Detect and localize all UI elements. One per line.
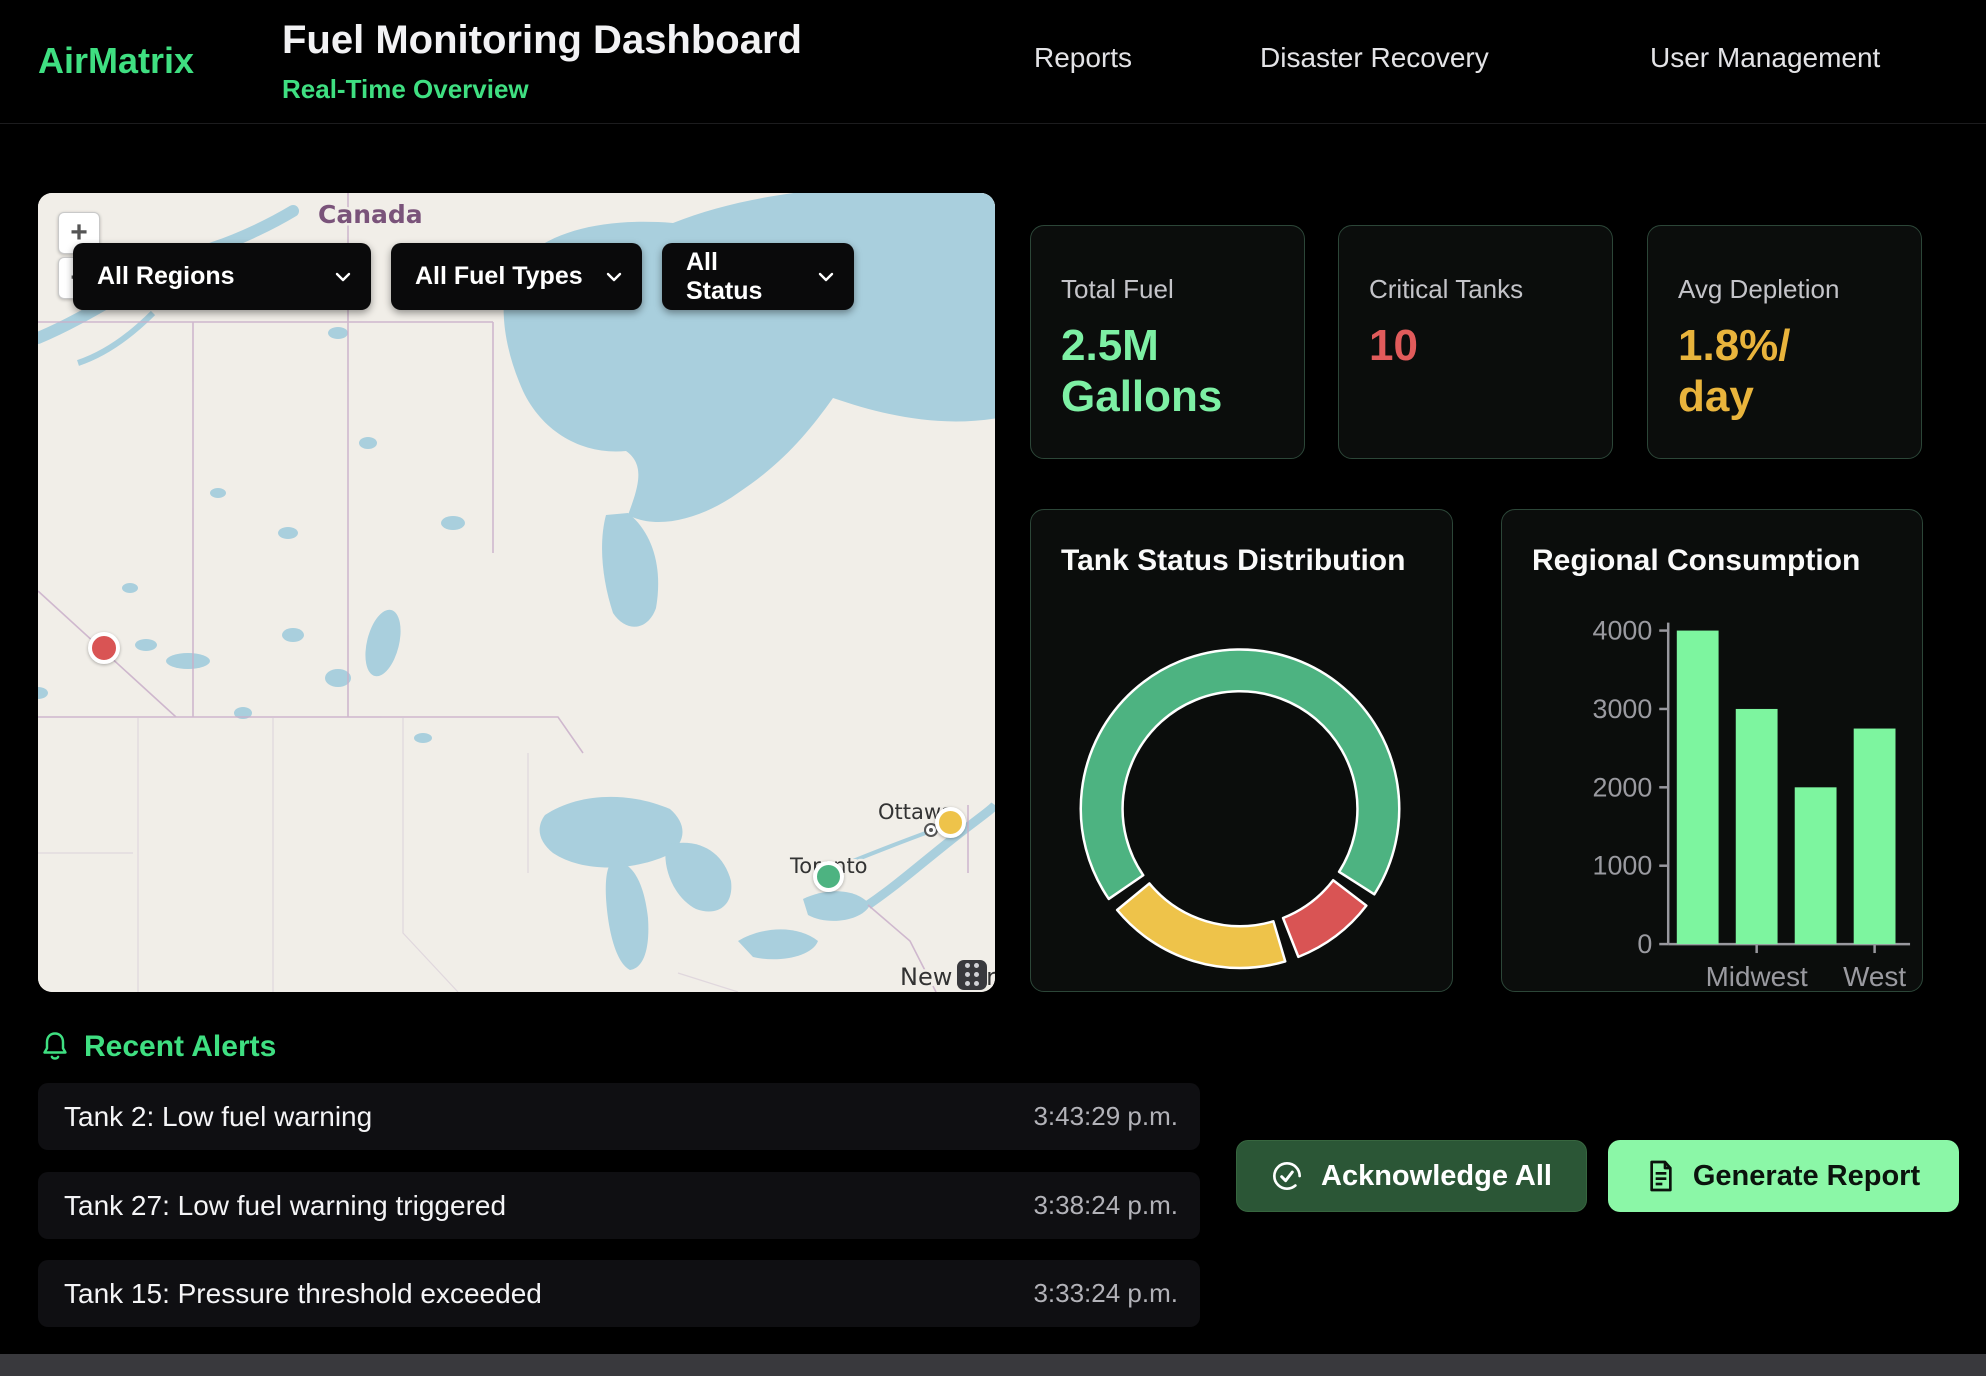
acknowledge-all-label: Acknowledge All	[1321, 1160, 1552, 1193]
region-filter-value: All Regions	[97, 262, 235, 291]
map-panel[interactable]: Canada Ottawa Toronto New York + − All R…	[38, 193, 995, 992]
stat-label: Critical Tanks	[1369, 274, 1582, 305]
ottawa-town-dot-center	[929, 828, 933, 832]
tank-status-chart-panel: Tank Status Distribution	[1030, 509, 1453, 992]
stat-value-line1: 1.8%/	[1678, 321, 1891, 372]
stat-value-line1: 10	[1369, 321, 1582, 372]
chevron-down-icon	[335, 272, 351, 282]
map-marker-normal[interactable]	[813, 861, 844, 892]
chart-title: Regional Consumption	[1532, 544, 1860, 578]
alert-message: Tank 27: Low fuel warning triggered	[64, 1190, 506, 1222]
stat-label: Avg Depletion	[1678, 274, 1891, 305]
svg-text:1000: 1000	[1593, 851, 1653, 881]
status-filter-value: All Status	[686, 248, 796, 306]
map-marker-warning[interactable]	[935, 807, 966, 838]
svg-text:2000: 2000	[1593, 772, 1653, 802]
map-marker-critical[interactable]	[88, 632, 120, 664]
fuel-type-filter-value: All Fuel Types	[415, 262, 583, 291]
regional-consumption-chart-panel: 0 1000 2000 3000 4000 Midwest West Regional Co…	[1501, 509, 1923, 992]
brand-logo: AirMatrix	[38, 40, 194, 82]
nav-user-management[interactable]: User Management	[1650, 42, 1880, 74]
stat-card-total-fuel: Total Fuel 2.5M Gallons	[1030, 225, 1305, 459]
alert-row[interactable]: Tank 15: Pressure threshold exceeded 3:3…	[38, 1260, 1200, 1327]
check-circle-icon	[1271, 1160, 1303, 1192]
svg-text:3000: 3000	[1593, 694, 1653, 724]
alert-timestamp: 3:43:29 p.m.	[1033, 1101, 1178, 1132]
svg-text:4000: 4000	[1593, 616, 1653, 646]
document-icon	[1647, 1160, 1675, 1192]
chevron-down-icon	[606, 272, 622, 282]
drag-handle-icon[interactable]	[957, 960, 987, 990]
stat-card-avg-depletion: Avg Depletion 1.8%/ day	[1647, 225, 1922, 459]
svg-text:0: 0	[1637, 929, 1652, 959]
generate-report-label: Generate Report	[1693, 1160, 1920, 1193]
chart-title: Tank Status Distribution	[1061, 544, 1405, 578]
svg-text:West: West	[1843, 961, 1906, 991]
tank-status-donut-chart	[1031, 510, 1452, 991]
stat-value-line2: Gallons	[1061, 372, 1274, 423]
alert-message: Tank 2: Low fuel warning	[64, 1101, 372, 1133]
chevron-down-icon	[818, 272, 834, 282]
nav-reports[interactable]: Reports	[1034, 42, 1132, 74]
alert-row[interactable]: Tank 27: Low fuel warning triggered 3:38…	[38, 1172, 1200, 1239]
alert-row[interactable]: Tank 2: Low fuel warning 3:43:29 p.m.	[38, 1083, 1200, 1150]
alert-timestamp: 3:38:24 p.m.	[1033, 1190, 1178, 1221]
fuel-type-filter-dropdown[interactable]: All Fuel Types	[391, 243, 642, 310]
bell-icon	[40, 1031, 70, 1063]
regional-consumption-bar-chart: 0 1000 2000 3000 4000 Midwest West	[1502, 510, 1922, 991]
page-subtitle: Real-Time Overview	[282, 74, 529, 105]
bottom-bar	[0, 1354, 1986, 1376]
map-canvas[interactable]: Canada Ottawa Toronto New York	[38, 193, 995, 992]
alerts-section-title: Recent Alerts	[84, 1030, 276, 1064]
generate-report-button[interactable]: Generate Report	[1608, 1140, 1959, 1212]
map-label-canada: Canada	[318, 200, 423, 229]
region-filter-dropdown[interactable]: All Regions	[73, 243, 371, 310]
acknowledge-all-button[interactable]: Acknowledge All	[1236, 1140, 1587, 1212]
nav-disaster-recovery[interactable]: Disaster Recovery	[1260, 42, 1489, 74]
svg-text:Midwest: Midwest	[1706, 961, 1808, 991]
page-title: Fuel Monitoring Dashboard	[282, 18, 802, 63]
stat-card-critical-tanks: Critical Tanks 10	[1338, 225, 1613, 459]
header: AirMatrix Fuel Monitoring Dashboard Real…	[0, 0, 1986, 124]
stat-value-line1: 2.5M	[1061, 321, 1274, 372]
alert-message: Tank 15: Pressure threshold exceeded	[64, 1278, 542, 1310]
status-filter-dropdown[interactable]: All Status	[662, 243, 854, 310]
stat-label: Total Fuel	[1061, 274, 1274, 305]
stat-value-line2: day	[1678, 372, 1891, 423]
alert-timestamp: 3:33:24 p.m.	[1033, 1278, 1178, 1309]
